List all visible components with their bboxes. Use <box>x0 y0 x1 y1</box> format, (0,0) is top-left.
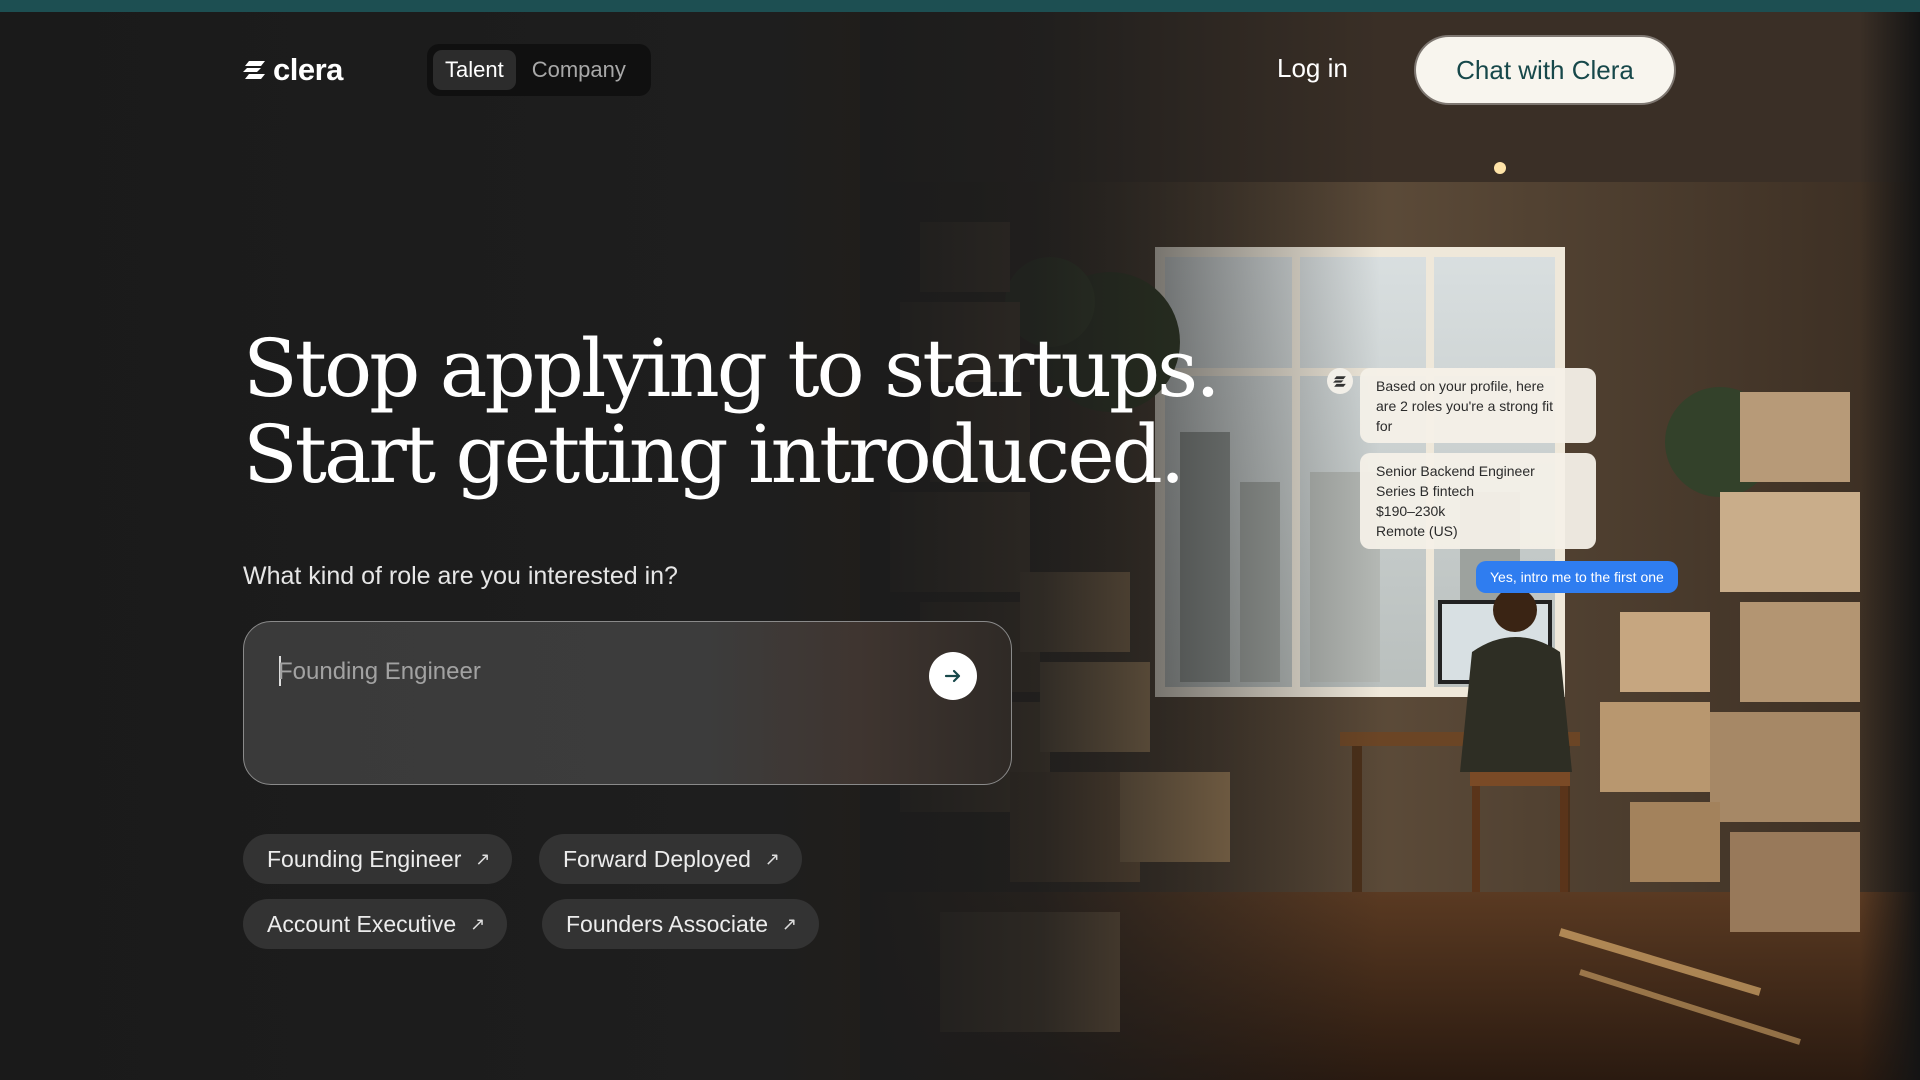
role-title: Senior Backend Engineer <box>1376 463 1535 479</box>
ai-message-line: for <box>1376 418 1393 434</box>
ai-message-bubble: Based on your profile, here are 2 roles … <box>1360 368 1596 443</box>
chip-label: Account Executive <box>267 910 457 937</box>
tab-talent[interactable]: Talent <box>433 50 516 90</box>
role-card-bubble: Senior Backend Engineer Series B fintech… <box>1360 453 1596 549</box>
hero-headline: Stop applying to startups. Start getting… <box>243 322 1221 501</box>
brand-logo[interactable]: clera <box>243 52 343 88</box>
image-right-fade <box>1860 12 1920 1080</box>
headline-line-2: Start getting introduced. <box>243 408 1185 501</box>
tab-company[interactable]: Company <box>520 50 638 90</box>
role-input-box <box>243 621 1012 785</box>
arrow-up-right-icon: ↗ <box>470 913 486 934</box>
login-link[interactable]: Log in <box>1277 53 1348 84</box>
arrow-up-right-icon: ↗ <box>782 913 798 934</box>
role-question: What kind of role are you interested in? <box>243 562 678 590</box>
ai-message-line: Based on your profile, here <box>1376 378 1545 394</box>
brand-name: clera <box>273 52 343 87</box>
role-company: Series B fintech <box>1376 483 1475 499</box>
clera-mark-icon <box>243 61 265 79</box>
chip-label: Founders Associate <box>566 910 769 937</box>
suggestion-founders-associate[interactable]: Founders Associate ↗ <box>542 899 820 949</box>
chip-label: Forward Deployed <box>563 845 751 872</box>
chat-with-clera-button[interactable]: Chat with Clera <box>1416 37 1674 103</box>
role-salary: $190–230k <box>1376 503 1446 519</box>
audience-toggle: Talent Company <box>427 44 651 96</box>
arrow-right-icon <box>944 669 961 683</box>
clera-avatar <box>1327 368 1353 394</box>
user-reply-bubble: Yes, intro me to the first one <box>1476 561 1678 593</box>
headline-line-1: Stop applying to startups. <box>243 322 1221 415</box>
submit-button[interactable] <box>929 652 977 700</box>
ai-message-line: are 2 roles you're a strong fit <box>1376 398 1553 414</box>
hero-section: clera Talent Company Log in Chat with Cl… <box>0 12 1920 1080</box>
role-location: Remote (US) <box>1376 523 1458 539</box>
suggestion-founding-engineer[interactable]: Founding Engineer ↗ <box>243 834 513 884</box>
suggestion-account-executive[interactable]: Account Executive ↗ <box>243 899 508 949</box>
clera-mark-icon <box>1333 375 1346 387</box>
image-left-fade <box>860 12 1380 1080</box>
chip-label: Founding Engineer <box>267 845 462 872</box>
arrow-up-right-icon: ↗ <box>475 848 491 869</box>
role-input[interactable] <box>278 652 898 692</box>
suggestion-forward-deployed[interactable]: Forward Deployed ↗ <box>539 834 803 884</box>
arrow-up-right-icon: ↗ <box>764 848 781 869</box>
top-accent-bar <box>0 0 1920 12</box>
